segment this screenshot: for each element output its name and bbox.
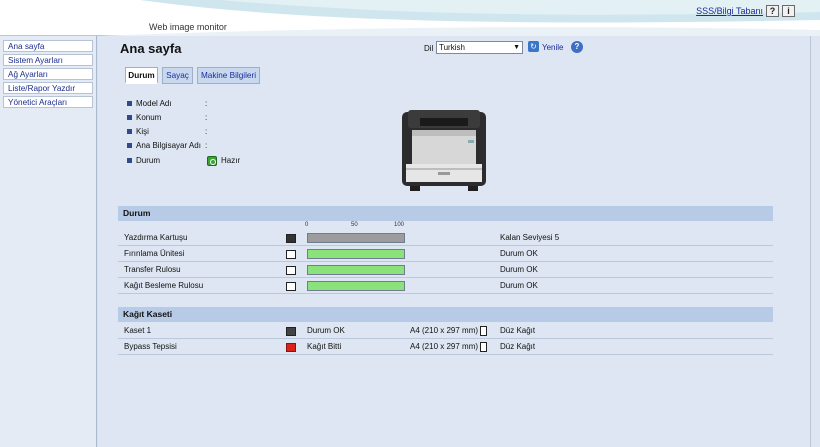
tray-name: Bypass Tepsisi [124, 342, 177, 351]
level-bar-fill [308, 234, 404, 242]
info-separator: : [205, 127, 208, 136]
refresh-icon[interactable]: ↻ [528, 41, 539, 52]
tray-ok-icon [286, 327, 296, 336]
right-edge-panel [810, 36, 820, 447]
tab-machine-info[interactable]: Makine Bilgileri [197, 67, 260, 84]
bullet-icon [127, 143, 132, 148]
tab-counter[interactable]: Sayaç [162, 67, 193, 84]
consumable-status: Kalan Seviyesi 5 [500, 233, 560, 242]
info-label: Ana Bilgisayar Adı [136, 141, 201, 150]
info-separator: : [205, 99, 208, 108]
tray-error-icon [286, 343, 296, 352]
bullet-icon [127, 101, 132, 106]
help-icon[interactable]: ? [571, 41, 583, 53]
tray-name: Kaset 1 [124, 326, 152, 335]
language-label: Dil [424, 44, 434, 53]
info-label: Kişi [136, 127, 149, 136]
info-separator: : [205, 141, 208, 150]
tray-status: Durum OK [307, 326, 345, 335]
consumable-name: Transfer Rulosu [124, 265, 181, 274]
help-button[interactable]: ? [766, 5, 779, 17]
level-bar [307, 233, 405, 243]
consumable-row: Kağıt Besleme Rulosu Durum OK [118, 278, 773, 294]
main-content: Ana sayfa Dil Turkish ▼ ↻ Yenile ? Durum… [98, 36, 810, 447]
sidebar-item-system-settings[interactable]: Sistem Ayarları [3, 54, 93, 66]
toner-cartridge-icon [286, 234, 296, 243]
tray-status: Kağıt Bitti [307, 342, 342, 351]
paper-tray-section-header: Kağıt Kaseti [118, 307, 773, 322]
consumable-status: Durum OK [500, 249, 538, 258]
language-select[interactable]: Turkish ▼ [436, 41, 523, 54]
consumable-row: Transfer Rulosu Durum OK [118, 262, 773, 278]
consumable-status: Durum OK [500, 265, 538, 274]
tray-row: Kaset 1 Durum OK A4 (210 x 297 mm) Düz K… [118, 323, 773, 339]
consumable-name: Yazdırma Kartuşu [124, 233, 188, 242]
tray-paper-size: A4 (210 x 297 mm) [410, 326, 479, 335]
transfer-roller-icon [286, 266, 296, 275]
faq-link[interactable]: SSS/Bilgi Tabanı [696, 6, 763, 16]
status-ready-icon [207, 156, 217, 166]
sidebar-item-print-list-report[interactable]: Liste/Rapor Yazdır [3, 82, 93, 94]
sidebar-item-home[interactable]: Ana sayfa [3, 40, 93, 52]
scale-label-0: 0 [305, 222, 309, 228]
tray-row: Bypass Tepsisi Kağıt Bitti A4 (210 x 297… [118, 339, 773, 355]
scale-label-50: 50 [351, 222, 358, 228]
level-bar [307, 249, 405, 259]
sidebar: Ana sayfa Sistem Ayarları Ağ Ayarları Li… [0, 36, 97, 447]
level-bar-fill [308, 266, 404, 274]
info-label: Model Adı [136, 99, 172, 108]
refresh-link[interactable]: Yenile [542, 43, 564, 52]
level-bar [307, 281, 405, 291]
tray-paper-type: Düz Kağıt [500, 342, 536, 351]
level-bar-fill [308, 282, 404, 290]
scale-label-100: 100 [394, 222, 405, 228]
chevron-down-icon: ▼ [513, 44, 520, 51]
status-section-header: Durum [118, 206, 773, 221]
consumable-name: Fırınlama Ünitesi [124, 249, 185, 258]
language-select-value: Turkish [439, 43, 465, 52]
bullet-icon [127, 115, 132, 120]
tray-paper-size: A4 (210 x 297 mm) [410, 342, 479, 351]
app-title: Web image monitor [149, 22, 227, 32]
paper-feed-roller-icon [286, 282, 296, 291]
paper-portrait-icon [480, 342, 487, 352]
level-bar-fill [308, 250, 404, 258]
header: Web image monitor SSS/Bilgi Tabanı ? i [0, 0, 820, 36]
bullet-icon [127, 158, 132, 163]
status-value: Hazır [221, 156, 241, 165]
consumable-status: Durum OK [500, 281, 538, 290]
consumable-row: Fırınlama Ünitesi Durum OK [118, 246, 773, 262]
printer-image [402, 110, 486, 191]
consumable-row: Yazdırma Kartuşu Kalan Seviyesi 5 [118, 230, 773, 246]
bullet-icon [127, 129, 132, 134]
info-button[interactable]: i [782, 5, 795, 17]
page-title: Ana sayfa [120, 41, 182, 56]
tab-status[interactable]: Durum [125, 67, 158, 84]
consumable-name: Kağıt Besleme Rulosu [124, 281, 204, 290]
info-separator: : [205, 113, 208, 122]
paper-portrait-icon [480, 326, 487, 336]
sidebar-item-network-settings[interactable]: Ağ Ayarları [3, 68, 93, 80]
tray-paper-type: Düz Kağıt [500, 326, 536, 335]
info-label: Konum [136, 113, 162, 122]
fusing-unit-icon [286, 250, 296, 259]
sidebar-item-admin-tools[interactable]: Yönetici Araçları [3, 96, 93, 108]
info-label: Durum [136, 156, 161, 165]
level-bar [307, 265, 405, 275]
